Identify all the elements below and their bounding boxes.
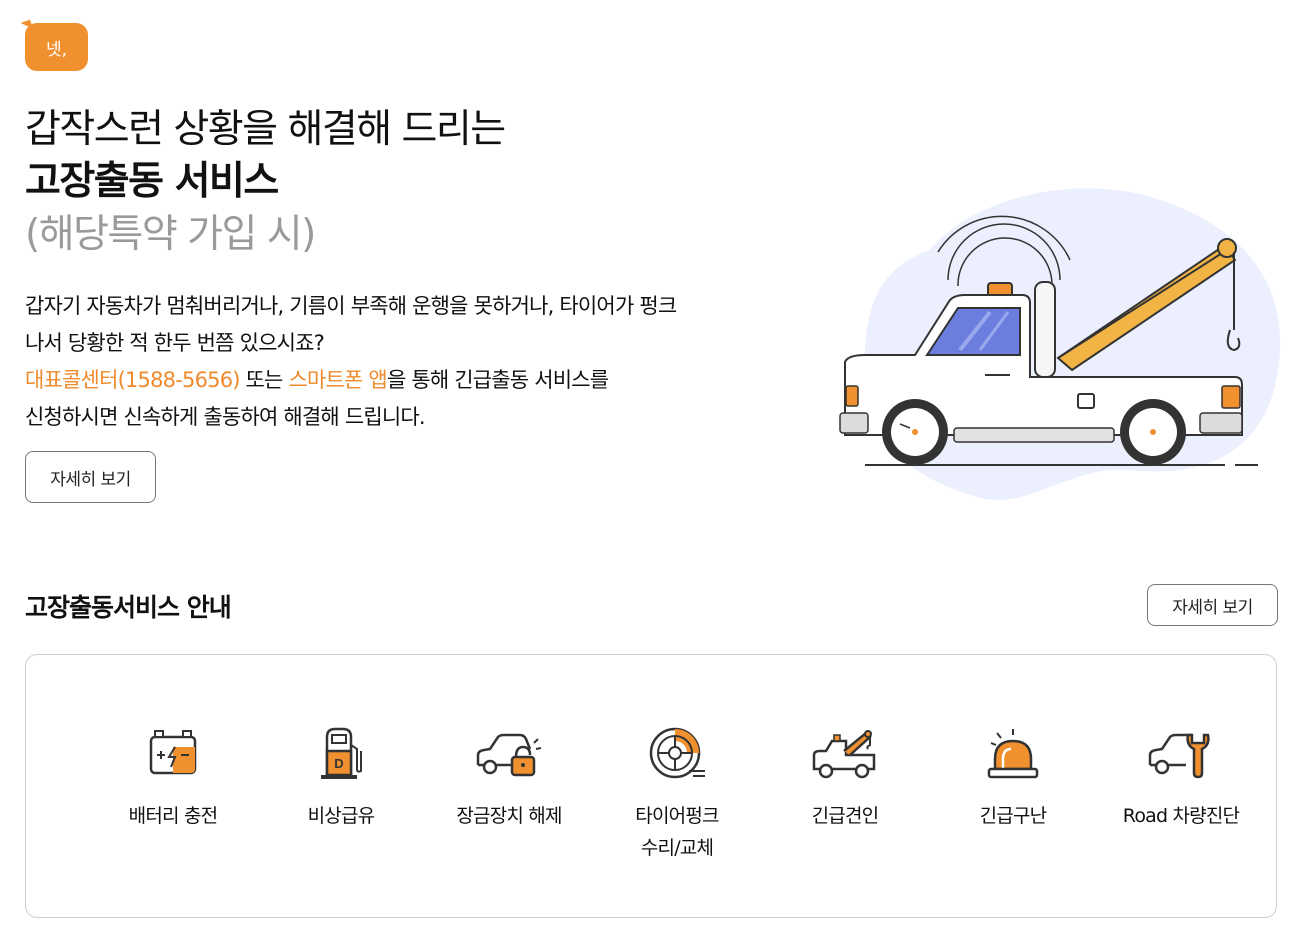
service-label: 긴급구난	[979, 805, 1048, 827]
tire-icon	[642, 722, 712, 784]
service-fuel[interactable]: D 비상급유	[257, 722, 425, 864]
description-line2: 나서 당황한 적 한두 번쯤 있으시죠?	[25, 331, 325, 355]
service-rescue[interactable]: 긴급구난	[929, 722, 1097, 864]
car-wrench-icon	[1146, 722, 1216, 784]
service-label: 배터리 충전	[128, 805, 218, 827]
fuel-pump-icon: D	[306, 722, 376, 784]
service-label: 타이어펑크 수리/교체	[635, 805, 719, 859]
hero-title-line2: 고장출동 서비스	[25, 159, 279, 204]
step-badge: 넷,	[20, 19, 88, 71]
service-battery[interactable]: 배터리 충전	[89, 722, 257, 864]
tow-truck-icon	[810, 722, 880, 784]
description-connector: 또는	[239, 368, 289, 392]
call-center-link[interactable]: 대표콜센터(1588-5656)	[25, 368, 240, 392]
service-unlock[interactable]: 장금장치 해제	[425, 722, 593, 864]
service-label: 긴급견인	[811, 805, 880, 827]
service-label: Road 차량진단	[1122, 805, 1240, 827]
section-title: 고장출동서비스 안내	[25, 593, 232, 622]
car-unlock-icon	[474, 722, 544, 784]
service-tire[interactable]: 타이어펑크 수리/교체	[593, 722, 761, 864]
badge-text: 넷,	[45, 39, 68, 60]
service-label: 장금장치 해제	[456, 805, 562, 827]
description-rest: 을 통해 긴급출동 서비스를	[386, 368, 609, 392]
section-detail-button[interactable]: 자세히 보기	[1147, 584, 1278, 626]
svg-text:D: D	[334, 756, 343, 771]
service-diagnosis[interactable]: Road 차량진단	[1097, 722, 1265, 864]
description-line1: 갑자기 자동차가 멈춰버리거나, 기름이 부족해 운행을 못하거나, 타이어가 …	[25, 294, 677, 318]
service-card: 배터리 충전 D 비상급유 장금장치 해제 타이어펑크 수리/교체 긴급견인 긴…	[25, 654, 1277, 918]
service-label: 비상급유	[307, 805, 376, 827]
badge-tail	[20, 19, 34, 33]
description-line4: 신청하시면 신속하게 출동하여 해결해 드립니다.	[25, 405, 426, 429]
hero-title-line1: 갑작스런 상황을 해결해 드리는	[25, 107, 506, 152]
smartphone-app-link[interactable]: 스마트폰 앱	[288, 368, 387, 392]
hero-title-line3: (해당특약 가입 시)	[25, 212, 316, 257]
service-towing[interactable]: 긴급견인	[761, 722, 929, 864]
siren-icon	[978, 722, 1048, 784]
description-line3: 대표콜센터(1588-5656) 또는 스마트폰 앱을 통해 긴급출동 서비스를	[25, 362, 785, 399]
service-list: 배터리 충전 D 비상급유 장금장치 해제 타이어펑크 수리/교체 긴급견인 긴…	[89, 722, 1265, 864]
tow-truck-illustration	[839, 188, 1281, 501]
battery-icon	[138, 722, 208, 784]
hero-detail-button[interactable]: 자세히 보기	[25, 451, 156, 503]
hero-description: 갑자기 자동차가 멈춰버리거나, 기름이 부족해 운행을 못하거나, 타이어가 …	[25, 288, 785, 436]
